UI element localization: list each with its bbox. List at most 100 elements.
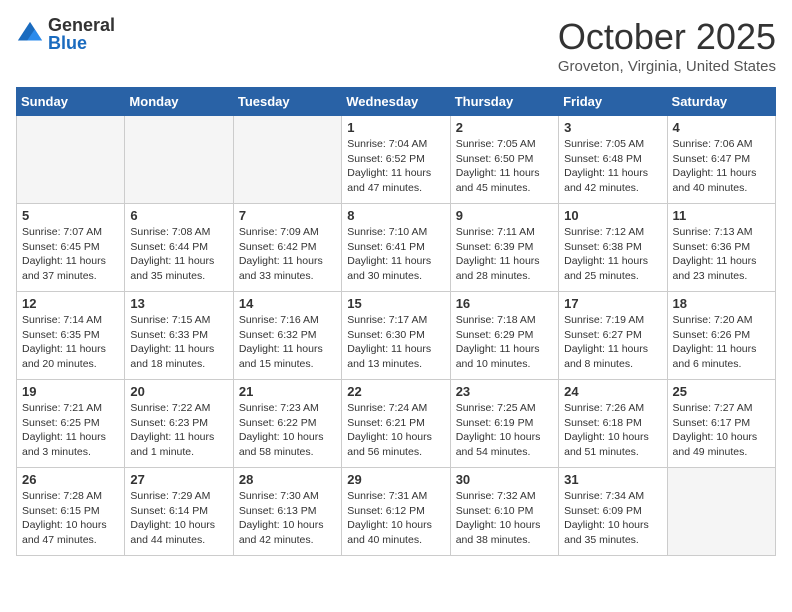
day-info: Sunrise: 7:27 AM Sunset: 6:17 PM Dayligh… xyxy=(673,401,770,460)
week-row-1: 1 Sunrise: 7:04 AM Sunset: 6:52 PM Daylig… xyxy=(17,116,776,204)
day-number: 1 xyxy=(347,120,444,135)
day-cell-2: 2 Sunrise: 7:05 AM Sunset: 6:50 PM Daylig… xyxy=(450,116,558,204)
day-info: Sunrise: 7:21 AM Sunset: 6:25 PM Dayligh… xyxy=(22,401,119,460)
day-cell-26: 26 Sunrise: 7:28 AM Sunset: 6:15 PM Dayli… xyxy=(17,468,125,556)
day-number: 14 xyxy=(239,296,336,311)
day-number: 23 xyxy=(456,384,553,399)
day-cell-7: 7Sunrise: 7:09 AM Sunset: 6:42 PM Daylig… xyxy=(233,204,341,292)
day-cell-14: 14 Sunrise: 7:16 AM Sunset: 6:32 PM Dayli… xyxy=(233,292,341,380)
day-cell-31: 31 Sunrise: 7:34 AM Sunset: 6:09 PM Dayli… xyxy=(559,468,667,556)
week-row-5: 26 Sunrise: 7:28 AM Sunset: 6:15 PM Dayli… xyxy=(17,468,776,556)
day-info: Sunrise: 7:12 AM Sunset: 6:38 PM Dayligh… xyxy=(564,225,661,284)
day-number: 13 xyxy=(130,296,227,311)
day-info: Sunrise: 7:10 AM Sunset: 6:41 PM Dayligh… xyxy=(347,225,444,284)
day-cell-16: 16 Sunrise: 7:18 AM Sunset: 6:29 PM Dayli… xyxy=(450,292,558,380)
day-cell-18: 18 Sunrise: 7:20 AM Sunset: 6:26 PM Dayli… xyxy=(667,292,775,380)
day-number: 16 xyxy=(456,296,553,311)
day-info: Sunrise: 7:06 AM Sunset: 6:47 PM Dayligh… xyxy=(673,137,770,196)
day-cell-11: 11 Sunrise: 7:13 AM Sunset: 6:36 PM Dayli… xyxy=(667,204,775,292)
day-info: Sunrise: 7:22 AM Sunset: 6:23 PM Dayligh… xyxy=(130,401,227,460)
day-info: Sunrise: 7:29 AM Sunset: 6:14 PM Dayligh… xyxy=(130,489,227,548)
day-info: Sunrise: 7:09 AM Sunset: 6:42 PM Dayligh… xyxy=(239,225,336,284)
day-number: 8 xyxy=(347,208,444,223)
day-info: Sunrise: 7:17 AM Sunset: 6:30 PM Dayligh… xyxy=(347,313,444,372)
day-info: Sunrise: 7:04 AM Sunset: 6:52 PM Dayligh… xyxy=(347,137,444,196)
day-cell-27: 27 Sunrise: 7:29 AM Sunset: 6:14 PM Dayli… xyxy=(125,468,233,556)
day-info: Sunrise: 7:13 AM Sunset: 6:36 PM Dayligh… xyxy=(673,225,770,284)
weekday-header-sunday: Sunday xyxy=(17,88,125,116)
day-info: Sunrise: 7:34 AM Sunset: 6:09 PM Dayligh… xyxy=(564,489,661,548)
day-number: 15 xyxy=(347,296,444,311)
day-cell-30: 30 Sunrise: 7:32 AM Sunset: 6:10 PM Dayli… xyxy=(450,468,558,556)
day-number: 29 xyxy=(347,472,444,487)
day-info: Sunrise: 7:16 AM Sunset: 6:32 PM Dayligh… xyxy=(239,313,336,372)
day-number: 30 xyxy=(456,472,553,487)
day-info: Sunrise: 7:07 AM Sunset: 6:45 PM Dayligh… xyxy=(22,225,119,284)
day-cell-1: 1 Sunrise: 7:04 AM Sunset: 6:52 PM Daylig… xyxy=(342,116,450,204)
empty-cell xyxy=(125,116,233,204)
logo-icon xyxy=(16,20,44,48)
day-info: Sunrise: 7:28 AM Sunset: 6:15 PM Dayligh… xyxy=(22,489,119,548)
day-number: 11 xyxy=(673,208,770,223)
day-info: Sunrise: 7:11 AM Sunset: 6:39 PM Dayligh… xyxy=(456,225,553,284)
weekday-header-saturday: Saturday xyxy=(667,88,775,116)
day-cell-23: 23Sunrise: 7:25 AM Sunset: 6:19 PM Dayli… xyxy=(450,380,558,468)
day-info: Sunrise: 7:26 AM Sunset: 6:18 PM Dayligh… xyxy=(564,401,661,460)
day-number: 4 xyxy=(673,120,770,135)
day-number: 9 xyxy=(456,208,553,223)
week-row-2: 5Sunrise: 7:07 AM Sunset: 6:45 PM Daylig… xyxy=(17,204,776,292)
day-cell-22: 22 Sunrise: 7:24 AM Sunset: 6:21 PM Dayli… xyxy=(342,380,450,468)
day-number: 2 xyxy=(456,120,553,135)
day-cell-13: 13 Sunrise: 7:15 AM Sunset: 6:33 PM Dayli… xyxy=(125,292,233,380)
day-number: 24 xyxy=(564,384,661,399)
day-info: Sunrise: 7:05 AM Sunset: 6:50 PM Dayligh… xyxy=(456,137,553,196)
logo: General Blue xyxy=(16,16,115,52)
day-info: Sunrise: 7:08 AM Sunset: 6:44 PM Dayligh… xyxy=(130,225,227,284)
day-info: Sunrise: 7:32 AM Sunset: 6:10 PM Dayligh… xyxy=(456,489,553,548)
week-row-4: 19 Sunrise: 7:21 AM Sunset: 6:25 PM Dayli… xyxy=(17,380,776,468)
day-cell-19: 19 Sunrise: 7:21 AM Sunset: 6:25 PM Dayli… xyxy=(17,380,125,468)
page-header: General Blue October 2025 Groveton, Virg… xyxy=(16,16,776,75)
day-info: Sunrise: 7:30 AM Sunset: 6:13 PM Dayligh… xyxy=(239,489,336,548)
weekday-header-wednesday: Wednesday xyxy=(342,88,450,116)
day-cell-29: 29Sunrise: 7:31 AM Sunset: 6:12 PM Dayli… xyxy=(342,468,450,556)
day-cell-17: 17 Sunrise: 7:19 AM Sunset: 6:27 PM Dayli… xyxy=(559,292,667,380)
day-cell-9: 9 Sunrise: 7:11 AM Sunset: 6:39 PM Daylig… xyxy=(450,204,558,292)
day-info: Sunrise: 7:05 AM Sunset: 6:48 PM Dayligh… xyxy=(564,137,661,196)
day-info: Sunrise: 7:20 AM Sunset: 6:26 PM Dayligh… xyxy=(673,313,770,372)
day-info: Sunrise: 7:23 AM Sunset: 6:22 PM Dayligh… xyxy=(239,401,336,460)
day-number: 17 xyxy=(564,296,661,311)
day-cell-20: 20 Sunrise: 7:22 AM Sunset: 6:23 PM Dayli… xyxy=(125,380,233,468)
day-info: Sunrise: 7:15 AM Sunset: 6:33 PM Dayligh… xyxy=(130,313,227,372)
day-number: 21 xyxy=(239,384,336,399)
day-cell-25: 25Sunrise: 7:27 AM Sunset: 6:17 PM Dayli… xyxy=(667,380,775,468)
day-number: 6 xyxy=(130,208,227,223)
day-number: 20 xyxy=(130,384,227,399)
day-number: 3 xyxy=(564,120,661,135)
weekday-header-row: SundayMondayTuesdayWednesdayThursdayFrid… xyxy=(17,88,776,116)
empty-cell xyxy=(17,116,125,204)
day-number: 26 xyxy=(22,472,119,487)
empty-cell xyxy=(233,116,341,204)
day-number: 22 xyxy=(347,384,444,399)
weekday-header-thursday: Thursday xyxy=(450,88,558,116)
day-number: 19 xyxy=(22,384,119,399)
weekday-header-tuesday: Tuesday xyxy=(233,88,341,116)
day-number: 28 xyxy=(239,472,336,487)
day-info: Sunrise: 7:19 AM Sunset: 6:27 PM Dayligh… xyxy=(564,313,661,372)
day-cell-15: 15 Sunrise: 7:17 AM Sunset: 6:30 PM Dayli… xyxy=(342,292,450,380)
location-subtitle: Groveton, Virginia, United States xyxy=(558,58,776,75)
day-number: 31 xyxy=(564,472,661,487)
day-number: 18 xyxy=(673,296,770,311)
month-title: October 2025 xyxy=(558,16,776,58)
logo-general-text: General xyxy=(48,16,115,34)
weekday-header-monday: Monday xyxy=(125,88,233,116)
day-info: Sunrise: 7:14 AM Sunset: 6:35 PM Dayligh… xyxy=(22,313,119,372)
day-number: 27 xyxy=(130,472,227,487)
day-cell-21: 21 Sunrise: 7:23 AM Sunset: 6:22 PM Dayli… xyxy=(233,380,341,468)
day-info: Sunrise: 7:24 AM Sunset: 6:21 PM Dayligh… xyxy=(347,401,444,460)
day-cell-10: 10Sunrise: 7:12 AM Sunset: 6:38 PM Dayli… xyxy=(559,204,667,292)
logo-blue-text: Blue xyxy=(48,34,115,52)
day-cell-6: 6 Sunrise: 7:08 AM Sunset: 6:44 PM Daylig… xyxy=(125,204,233,292)
day-info: Sunrise: 7:18 AM Sunset: 6:29 PM Dayligh… xyxy=(456,313,553,372)
